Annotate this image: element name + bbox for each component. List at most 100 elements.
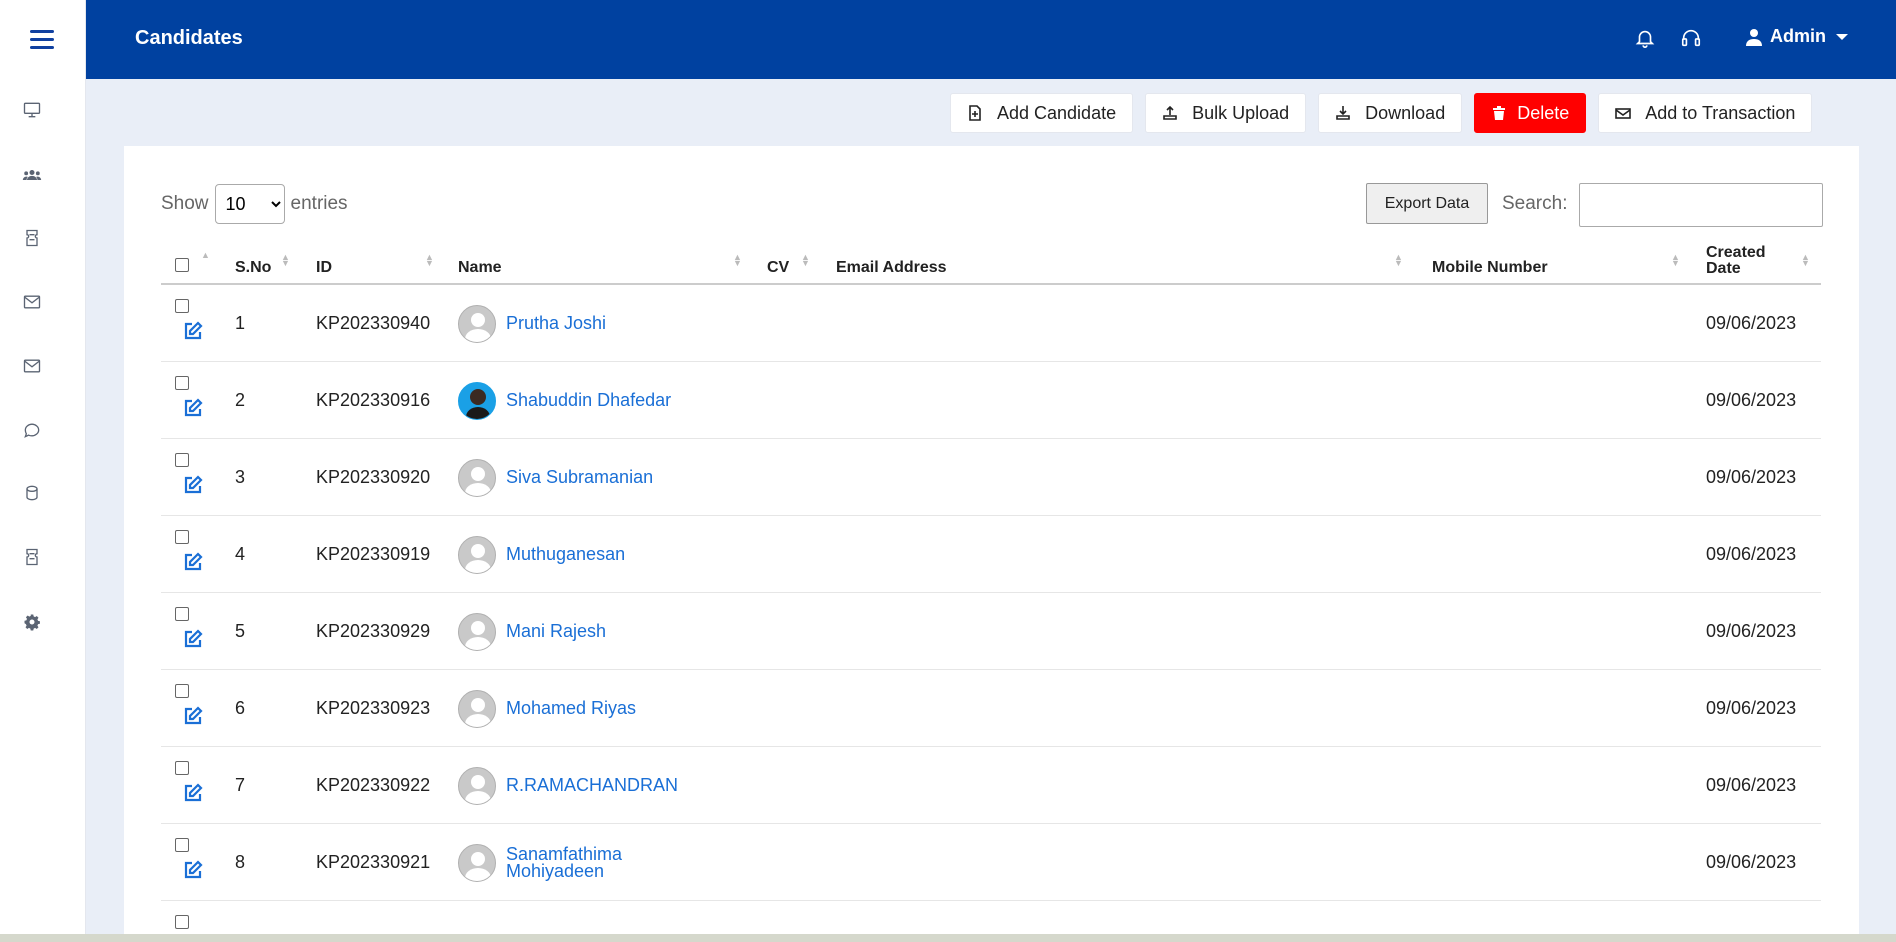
col-sno[interactable]: S.No [235, 242, 271, 285]
row-checkbox[interactable] [175, 684, 189, 698]
edit-icon[interactable] [183, 321, 205, 341]
user-name: Admin [1770, 26, 1826, 46]
candidate-name: Prutha Joshi [506, 313, 607, 333]
page-title: Candidates [135, 27, 243, 49]
sort-icon[interactable]: ▲ ▼ [801, 253, 810, 268]
cell-sno: 6 [235, 698, 246, 718]
candidate-name-link[interactable]: Sanamfathima Mohiyadeen [506, 843, 623, 880]
add-to-transaction-button[interactable]: Add to Transaction [1598, 93, 1813, 133]
row-checkbox[interactable] [175, 915, 189, 929]
candidate-name-link[interactable]: R.RAMACHANDRAN [506, 775, 679, 795]
col-created-date[interactable]: Created Date [1706, 242, 1766, 285]
candidates-table: ▲ S.No ▲ ▼ ID ▲ ▼ Name ▲ ▼ CV ▲ ▼ Email Addr… [161, 242, 1821, 942]
candidate-name: Mani Rajesh [506, 621, 607, 641]
col-name[interactable]: Name [458, 242, 502, 285]
candidate-name: Shabuddin Dhafedar [506, 390, 672, 410]
col-id[interactable]: ID [316, 242, 332, 285]
candidate-name-link[interactable]: Siva Subramanian [506, 468, 653, 486]
table-row: 3 KP202330920 Siva Subramanian 09/06/2023 [161, 439, 1821, 516]
select-all-checkbox[interactable] [175, 258, 189, 272]
row-checkbox[interactable] [175, 607, 189, 621]
search-input[interactable] [1579, 183, 1823, 227]
cell-id: KP202330920 [316, 467, 431, 487]
edit-icon[interactable] [183, 706, 205, 726]
candidate-name-link[interactable]: Mani Rajesh [506, 621, 607, 641]
col-email[interactable]: Email Address [836, 242, 947, 285]
add-candidate-button[interactable]: Add Candidate [950, 93, 1134, 133]
row-checkbox[interactable] [175, 838, 189, 852]
mail-icon[interactable] [20, 290, 44, 314]
cell-created-date: 09/06/2023 [1706, 852, 1797, 872]
sort-icon[interactable]: ▲ ▼ [1394, 253, 1403, 268]
cell-sno: 7 [235, 775, 246, 795]
delete-label: Delete [1517, 102, 1570, 123]
sort-icon[interactable]: ▲ [201, 251, 210, 260]
row-checkbox[interactable] [175, 761, 189, 775]
show-label: Show [161, 193, 209, 214]
export-data-button[interactable]: Export Data [1366, 183, 1488, 224]
sidebar [0, 0, 86, 942]
cell-created-date: 09/06/2023 [1706, 621, 1797, 641]
sort-icon[interactable]: ▲ ▼ [733, 253, 742, 268]
sort-icon[interactable]: ▲ ▼ [1671, 253, 1680, 268]
bell-icon[interactable] [1634, 27, 1658, 51]
candidate-name-link[interactable]: Prutha Joshi [506, 313, 607, 333]
row-checkbox[interactable] [175, 299, 189, 313]
cell-sno: 4 [235, 544, 246, 564]
cell-created-date: 09/06/2023 [1706, 390, 1797, 410]
avatar [458, 612, 496, 651]
headset-icon[interactable] [1680, 27, 1704, 51]
upload-icon [1163, 105, 1177, 120]
edit-icon[interactable] [183, 860, 205, 880]
avatar [458, 689, 496, 728]
candidate-name: Sanamfathima [506, 843, 623, 864]
cell-id: KP202330916 [316, 390, 431, 410]
avatar [458, 381, 496, 420]
cell-sno: 3 [235, 467, 246, 487]
candidate-name: Muthuganesan [506, 544, 626, 564]
mail-icon[interactable] [20, 354, 44, 378]
edit-icon[interactable] [183, 552, 205, 572]
caret-down-icon [1836, 33, 1848, 40]
cell-name: Prutha Joshi [458, 285, 606, 362]
user-menu[interactable]: Admin [1746, 26, 1848, 47]
col-mobile[interactable]: Mobile Number [1432, 242, 1548, 285]
delete-button[interactable]: Delete [1474, 93, 1587, 133]
sort-icon[interactable]: ▲ ▼ [1801, 253, 1810, 268]
candidate-name-link[interactable]: Muthuganesan [506, 544, 626, 564]
candidate-name: R.RAMACHANDRAN [506, 775, 679, 795]
bulk-upload-button[interactable]: Bulk Upload [1145, 93, 1307, 133]
download-button[interactable]: Download [1318, 93, 1463, 133]
edit-icon[interactable] [183, 398, 205, 418]
edit-icon[interactable] [183, 475, 205, 495]
sort-icon[interactable]: ▲ ▼ [425, 253, 434, 268]
edit-icon[interactable] [183, 629, 205, 649]
candidate-name-link[interactable]: Mohamed Riyas [506, 699, 636, 717]
cell-name: Shabuddin Dhafedar [458, 362, 671, 439]
cell-id: KP202330923 [316, 698, 431, 718]
sort-icon[interactable]: ▲ ▼ [281, 253, 290, 268]
row-checkbox[interactable] [175, 453, 189, 467]
table-row: 6 KP202330923 Mohamed Riyas 09/06/2023 [161, 670, 1821, 747]
gear-icon[interactable] [20, 610, 44, 634]
cell-id: KP202330929 [316, 621, 431, 641]
table-row: 2 KP202330916 Shabuddin Dhafedar 09/06/2023 [161, 362, 1821, 439]
envelope-icon [1615, 108, 1632, 119]
users-icon[interactable] [20, 163, 44, 187]
ticket-icon[interactable] [20, 226, 44, 250]
user-icon [1746, 28, 1762, 46]
candidate-name-link[interactable]: Shabuddin Dhafedar [506, 390, 672, 410]
hamburger-menu-icon[interactable] [30, 30, 54, 50]
edit-icon[interactable] [183, 783, 205, 803]
monitor-icon[interactable] [20, 98, 44, 122]
col-cv[interactable]: CV [767, 242, 789, 285]
row-checkbox[interactable] [175, 530, 189, 544]
chat-icon[interactable] [20, 418, 44, 442]
entries-select[interactable]: 10 [214, 184, 285, 224]
cell-name: Muthuganesan [458, 516, 625, 593]
ticket-icon[interactable] [20, 545, 44, 569]
file-plus-icon [969, 105, 981, 121]
avatar [458, 304, 496, 343]
row-checkbox[interactable] [175, 376, 189, 390]
database-icon[interactable] [20, 481, 44, 505]
